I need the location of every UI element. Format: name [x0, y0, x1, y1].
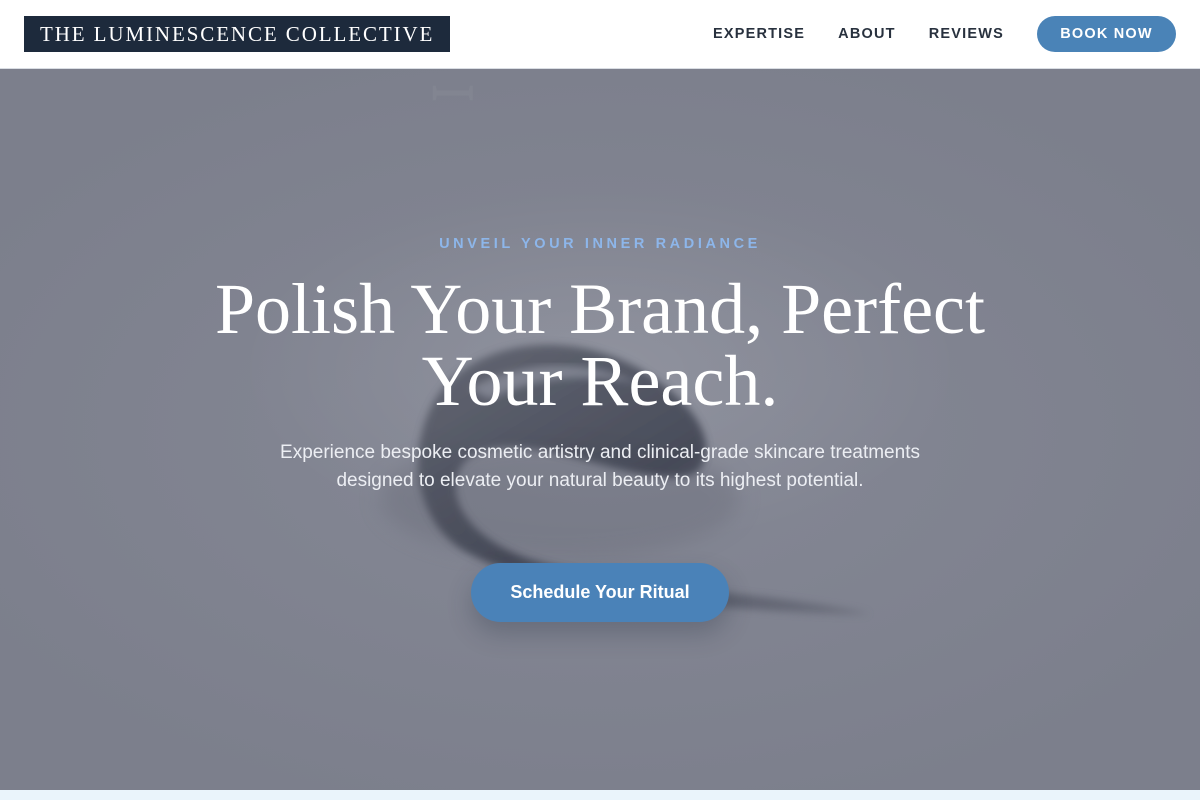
hero-section: ꟷ UNVEIL YOUR INNER RADIANCE Polish Your…: [0, 69, 1200, 790]
main-nav: EXPERTISE ABOUT REVIEWS BOOK NOW: [713, 16, 1176, 52]
next-section-edge: [0, 790, 1200, 800]
hero-headline: Polish Your Brand, Perfect Your Reach.: [150, 273, 1050, 417]
hero-subtext: Experience bespoke cosmetic artistry and…: [280, 442, 920, 491]
logo-text: THE LUMINESCENCE COLLECTIVE: [40, 21, 435, 46]
nav-link-about[interactable]: ABOUT: [838, 26, 896, 42]
cosmetic-swatch-image: [380, 344, 870, 614]
nav-link-reviews[interactable]: REVIEWS: [929, 26, 1004, 42]
nav-link-expertise[interactable]: EXPERTISE: [713, 26, 805, 42]
background-lettering-top: ꟷ: [430, 69, 476, 127]
brand-logo[interactable]: THE LUMINESCENCE COLLECTIVE: [24, 16, 451, 52]
book-now-button[interactable]: BOOK NOW: [1037, 16, 1176, 52]
hero-headline-line2: Your Reach.: [421, 341, 779, 421]
hero-eyebrow: UNVEIL YOUR INNER RADIANCE: [439, 236, 761, 252]
hero-headline-line1: Polish Your Brand, Perfect: [215, 269, 985, 349]
site-header: THE LUMINESCENCE COLLECTIVE EXPERTISE AB…: [0, 0, 1200, 69]
schedule-ritual-button[interactable]: Schedule Your Ritual: [471, 563, 729, 622]
